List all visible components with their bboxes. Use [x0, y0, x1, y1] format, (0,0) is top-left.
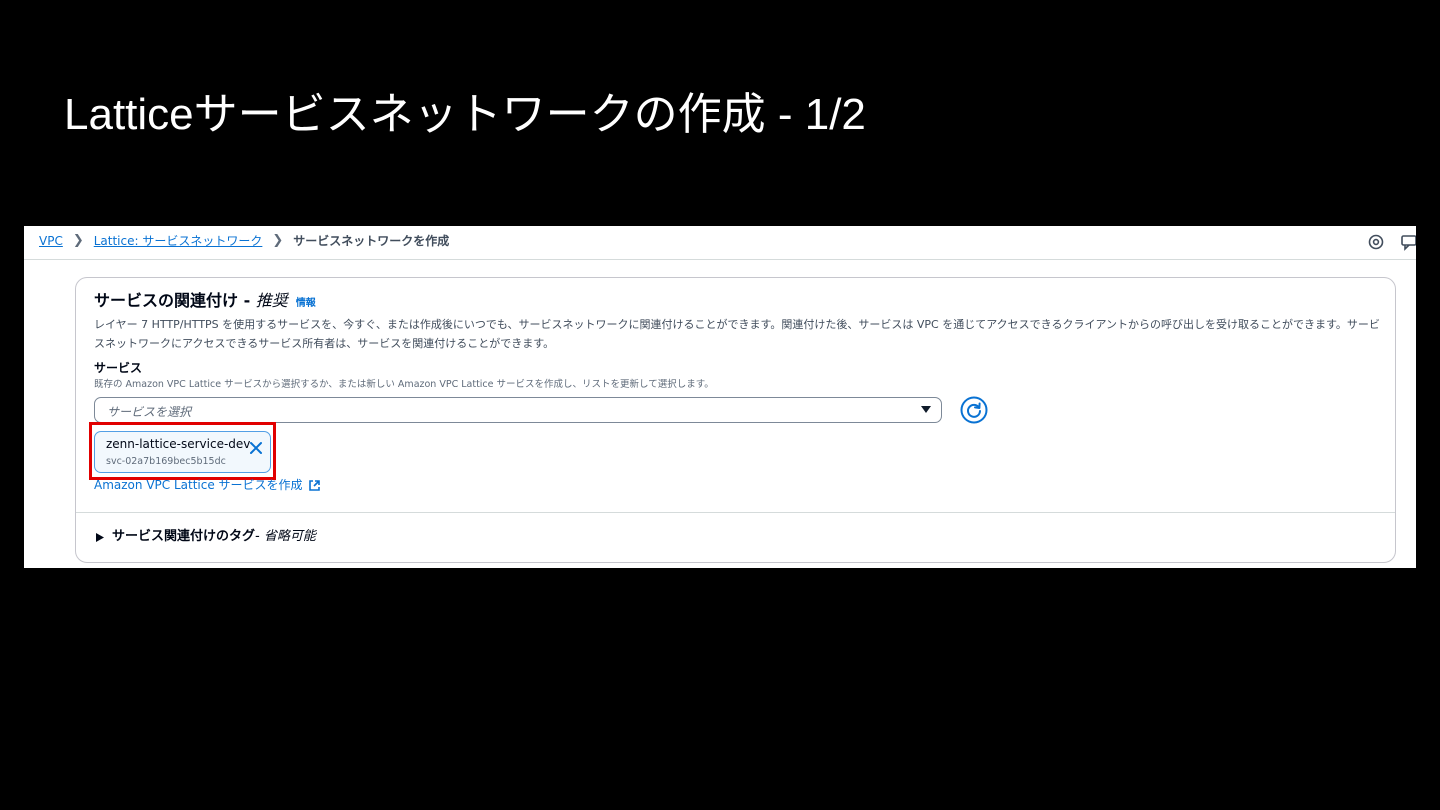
caret-right-icon [96, 532, 104, 542]
slide-title: Latticeサービスネットワークの作成 - 1/2 [64, 90, 866, 139]
chevron-right-icon: ❯ [272, 233, 284, 248]
caret-down-icon [921, 406, 931, 413]
section-header: サービスの関連付け - 推奨 情報 [94, 290, 316, 315]
service-select[interactable]: サービスを選択 [94, 397, 942, 423]
service-select-placeholder: サービスを選択 [107, 405, 192, 419]
breadcrumb-lattice-service-networks[interactable]: Lattice: サービスネットワーク [94, 233, 263, 249]
external-link-icon [308, 479, 320, 491]
service-field-description: 既存の Amazon VPC Lattice サービスから選択するか、または新し… [94, 379, 714, 390]
top-bar: VPC ❯ Lattice: サービスネットワーク ❯ サービスネットワークを作… [24, 226, 1416, 260]
tags-title: サービス関連付けのタグ [112, 529, 256, 544]
feedback-icon[interactable] [1400, 233, 1416, 251]
create-service-link[interactable]: Amazon VPC Lattice サービスを作成 [94, 477, 321, 493]
section-description: レイヤー 7 HTTP/HTTPS を使用するサービスを、今すぐ、または作成後に… [94, 318, 1380, 350]
tags-expander[interactable]: サービス関連付けのタグ - 省略可能 [96, 528, 316, 546]
service-field-label: サービス [94, 361, 143, 375]
breadcrumb: VPC ❯ Lattice: サービスネットワーク ❯ サービスネットワークを作… [39, 233, 449, 249]
info-link[interactable]: 情報 [296, 298, 316, 309]
highlight-box [89, 422, 276, 480]
section-title: サービスの関連付け - [94, 291, 256, 310]
chevron-right-icon: ❯ [72, 233, 84, 248]
service-association-container: サービスの関連付け - 推奨 情報 レイヤー 7 HTTP/HTTPS を使用する… [75, 277, 1396, 563]
refresh-icon[interactable] [960, 396, 988, 424]
tags-optional-label: - 省略可能 [255, 529, 316, 544]
settings-icon[interactable] [1367, 233, 1385, 251]
breadcrumb-vpc[interactable]: VPC [39, 233, 63, 249]
recommended-label: 推奨 [255, 291, 288, 310]
create-service-link-label: Amazon VPC Lattice サービスを作成 [94, 478, 303, 492]
console-screenshot: VPC ❯ Lattice: サービスネットワーク ❯ サービスネットワークを作… [24, 226, 1416, 568]
section-divider [76, 512, 1395, 513]
breadcrumb-current: サービスネットワークを作成 [293, 234, 450, 248]
